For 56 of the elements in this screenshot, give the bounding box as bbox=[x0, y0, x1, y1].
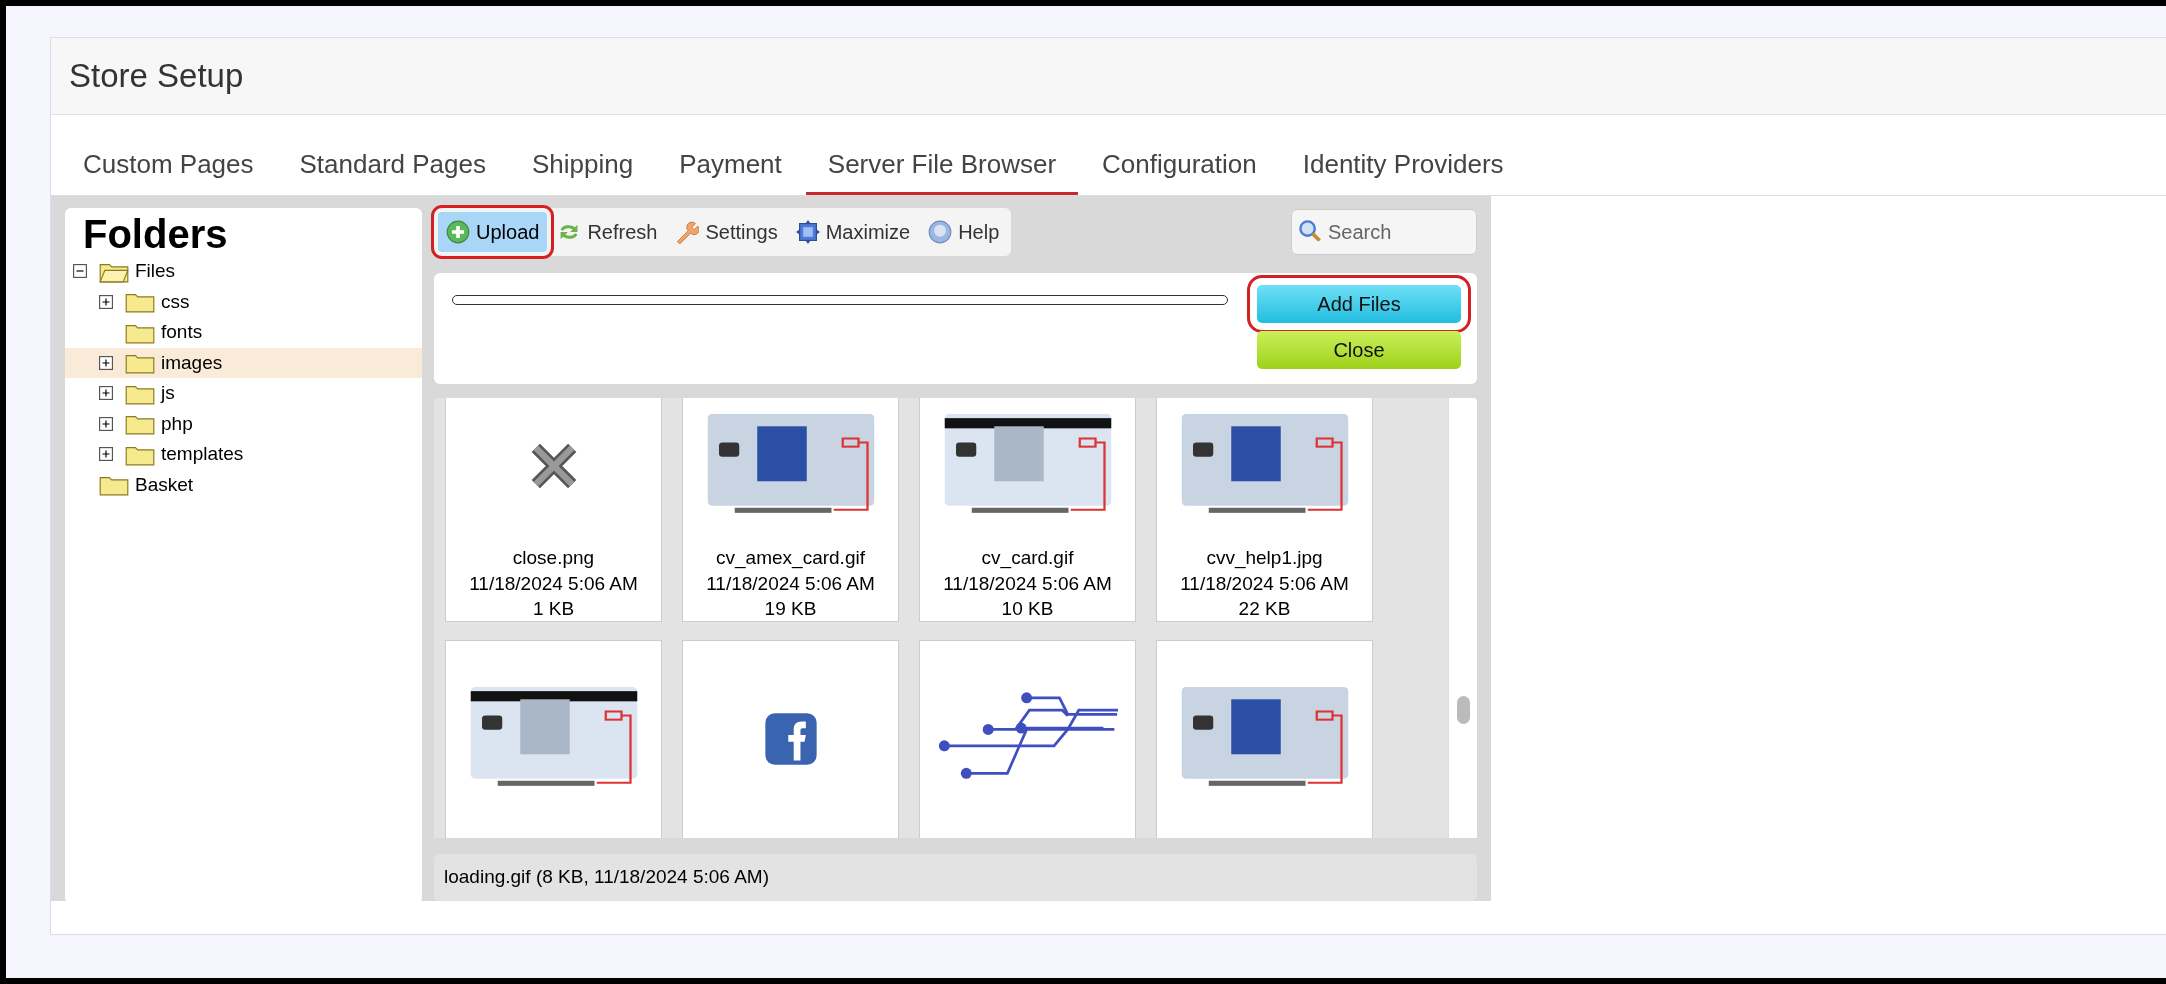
tree-item[interactable]: php bbox=[65, 408, 422, 439]
file-tile[interactable]: cv_card.gif 11/18/2024 5:06 AM 10 KB bbox=[919, 398, 1136, 623]
file-size: 19 KB bbox=[764, 597, 817, 622]
tree-item[interactable]: js bbox=[65, 378, 422, 409]
tree-item[interactable]: Files bbox=[65, 256, 422, 287]
file-date: 11/18/2024 5:06 AM bbox=[469, 572, 638, 597]
expand-icon[interactable] bbox=[99, 416, 113, 431]
tab[interactable]: Configuration bbox=[1080, 141, 1279, 195]
expand-icon[interactable] bbox=[99, 447, 113, 462]
tree-item[interactable]: templates bbox=[65, 439, 422, 470]
tab[interactable]: Custom Pages bbox=[61, 141, 276, 195]
scrollbar[interactable] bbox=[1448, 398, 1477, 838]
toolbar-button[interactable]: Settings bbox=[667, 212, 786, 252]
toolbar-button[interactable]: Help bbox=[920, 212, 1008, 252]
search-field[interactable]: Search bbox=[1291, 209, 1477, 255]
plus-icon bbox=[446, 220, 470, 244]
file-date: 11/18/2024 5:06 AM bbox=[1180, 572, 1349, 597]
close-button[interactable]: Close bbox=[1257, 331, 1461, 370]
toolbar-button[interactable]: Refresh bbox=[549, 212, 666, 252]
status-text: loading.gif (8 KB, 11/18/2024 5:06 AM) bbox=[444, 866, 769, 889]
tab[interactable]: Identity Providers bbox=[1280, 141, 1526, 195]
facebook-icon bbox=[763, 712, 818, 767]
search-icon bbox=[1298, 219, 1322, 243]
tab[interactable]: Payment bbox=[657, 141, 804, 195]
maximize-icon bbox=[795, 220, 820, 244]
file-size: 1 KB bbox=[532, 597, 575, 622]
expand-icon[interactable] bbox=[99, 355, 113, 370]
file-size: 22 KB bbox=[1238, 597, 1291, 622]
tree-item[interactable]: Basket bbox=[65, 469, 422, 500]
file-tile[interactable]: cv_amex_card.gif 11/18/2024 5:06 AM 19 KB bbox=[682, 398, 899, 623]
file-tile[interactable] bbox=[1156, 640, 1373, 838]
file-name: cv_card.gif bbox=[981, 546, 1074, 571]
wrench-icon bbox=[675, 220, 700, 244]
tree-item[interactable]: css bbox=[65, 286, 422, 317]
folders-heading: Folders bbox=[82, 212, 229, 256]
file-name: cvv_help1.jpg bbox=[1206, 546, 1323, 571]
file-size: 10 KB bbox=[1001, 597, 1054, 622]
tree-item[interactable]: images bbox=[65, 347, 422, 378]
tab[interactable]: Shipping bbox=[510, 141, 656, 195]
help-icon bbox=[928, 220, 953, 244]
file-name: close.png bbox=[512, 546, 595, 571]
tree-item[interactable]: fonts bbox=[65, 317, 422, 348]
window-title: Store Setup bbox=[69, 57, 244, 95]
expand-icon[interactable] bbox=[99, 386, 113, 401]
file-tile[interactable]: cvv_help1.jpg 11/18/2024 5:06 AM 22 KB bbox=[1156, 398, 1373, 623]
file-tile[interactable] bbox=[682, 640, 899, 838]
file-tile[interactable]: close.png 11/18/2024 5:06 AM 1 KB bbox=[445, 398, 662, 623]
expand-icon[interactable] bbox=[99, 294, 113, 309]
file-name: cv_amex_card.gif bbox=[716, 546, 865, 571]
file-tile[interactable] bbox=[445, 640, 662, 838]
collapse-icon[interactable] bbox=[73, 264, 87, 279]
file-date: 11/18/2024 5:06 AM bbox=[706, 572, 875, 597]
file-tile[interactable] bbox=[919, 640, 1136, 838]
toolbar-button[interactable]: Maximize bbox=[787, 212, 919, 252]
tab[interactable]: Standard Pages bbox=[277, 141, 508, 195]
file-date: 11/18/2024 5:06 AM bbox=[943, 572, 1112, 597]
